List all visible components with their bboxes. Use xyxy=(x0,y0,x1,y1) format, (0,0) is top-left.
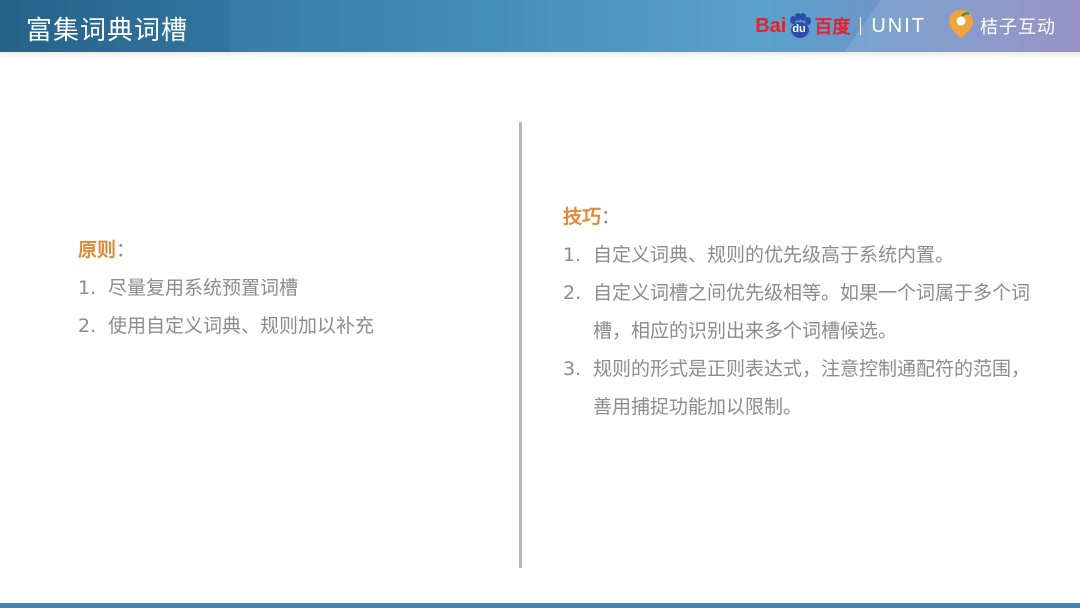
baidu-cn-text: 百度 xyxy=(814,17,851,37)
list-item: 2. 自定义词槽之间优先级相等。如果一个词属于多个词槽，相应的识别出来多个词槽候… xyxy=(563,274,1033,350)
baidu-paw-icon: du xyxy=(787,13,813,39)
footer-bar xyxy=(0,603,1080,608)
unit-logo: UNIT xyxy=(871,14,926,37)
list-item: 1. 自定义词典、规则的优先级高于系统内置。 xyxy=(563,236,1033,274)
header-shadow xyxy=(0,52,1080,58)
list-item: 3. 规则的形式是正则表达式，注意控制通配符的范围，善用捕捉功能加以限制。 xyxy=(563,350,1033,426)
principles-heading: 原则： xyxy=(78,231,498,269)
logo-group: Bai du 百度 UNIT 桔子互动 xyxy=(755,8,1056,44)
tips-heading: 技巧： xyxy=(563,198,1033,236)
list-item-number: 2. xyxy=(78,315,97,337)
vertical-divider xyxy=(519,122,522,568)
list-item-text: 自定义词槽之间优先级相等。如果一个词属于多个词槽，相应的识别出来多个词槽候选。 xyxy=(593,282,1031,342)
logo-separator xyxy=(860,17,862,35)
list-item-number: 1. xyxy=(78,277,97,299)
list-item-text: 规则的形式是正则表达式，注意控制通配符的范围，善用捕捉功能加以限制。 xyxy=(593,358,1031,418)
list-item: 2. 使用自定义词典、规则加以补充 xyxy=(78,307,498,345)
partner-logo: 桔子互动 xyxy=(948,9,1056,43)
baidu-logo-text: Bai xyxy=(755,14,787,37)
partner-logo-text: 桔子互动 xyxy=(980,17,1056,38)
principles-section: 原则： 1. 尽量复用系统预置词槽 2. 使用自定义词典、规则加以补充 xyxy=(78,231,498,345)
list-item-text: 自定义词典、规则的优先级高于系统内置。 xyxy=(593,244,955,266)
principles-heading-label: 原则 xyxy=(78,239,117,261)
list-item-number: 3. xyxy=(563,358,582,380)
tips-heading-colon: ： xyxy=(601,206,621,228)
list-item-number: 1. xyxy=(563,244,582,266)
baidu-logo: Bai du 百度 xyxy=(755,13,850,39)
principles-heading-colon: ： xyxy=(116,239,136,261)
list-item: 1. 尽量复用系统预置词槽 xyxy=(78,269,498,307)
baidu-du-text: du xyxy=(792,23,806,35)
list-item-number: 2. xyxy=(563,282,582,304)
tips-section: 技巧： 1. 自定义词典、规则的优先级高于系统内置。 2. 自定义词槽之间优先级… xyxy=(563,198,1033,426)
orange-pin-icon xyxy=(948,9,974,43)
tips-heading-label: 技巧 xyxy=(563,206,602,228)
list-item-text: 尽量复用系统预置词槽 xyxy=(108,277,299,299)
header-bar: 富集词典词槽 Bai du 百度 UNIT 桔子互动 xyxy=(0,0,1080,52)
page-title: 富集词典词槽 xyxy=(26,16,189,46)
list-item-text: 使用自定义词典、规则加以补充 xyxy=(108,315,375,337)
